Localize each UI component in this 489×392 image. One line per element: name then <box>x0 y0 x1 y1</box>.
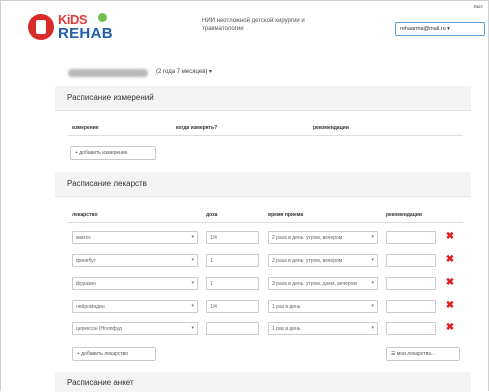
schedule-select[interactable]: 1 раз в день <box>268 322 378 335</box>
questionnaires-title: Расписание анкет <box>67 378 134 387</box>
measurements-title: Расписание измерений <box>67 93 154 102</box>
schedule-select[interactable]: 3 раза в день: утром, днем, вечером <box>268 277 378 290</box>
recommendation-input[interactable] <box>386 322 436 335</box>
schedule-select[interactable]: 2 раза в день: утром, вечером <box>268 231 378 244</box>
drug-select[interactable]: фуразин <box>72 277 198 290</box>
dose-input[interactable]: 1/4 <box>206 300 259 313</box>
drug-select[interactable]: кватос <box>72 231 198 244</box>
delete-icon[interactable]: ✖ <box>445 301 455 311</box>
recommendation-input[interactable] <box>386 277 436 290</box>
col-recommendations: рекомендации <box>313 125 349 131</box>
organization-name: НИИ неотложной детской хирургии и травма… <box>202 18 305 32</box>
logo-dot-icon <box>98 13 107 22</box>
delete-icon[interactable]: ✖ <box>445 278 455 288</box>
logo-rehab-text: REHAB <box>58 25 113 42</box>
add-measurement-button[interactable]: + добавить измерение <box>70 146 156 160</box>
recommendation-input[interactable] <box>386 254 436 267</box>
my-medications-button[interactable]: ☰ мои лекарства... <box>386 347 460 361</box>
logo-cross-icon <box>28 14 54 40</box>
header: KiDS REHAB НИИ неотложной детской хирург… <box>0 0 489 50</box>
dose-input[interactable]: 1/4 <box>206 231 259 244</box>
medications-title: Расписание лекарств <box>67 179 147 188</box>
drug-select[interactable]: церексон (Ноопфуд <box>72 322 198 335</box>
delete-icon[interactable]: ✖ <box>445 232 455 242</box>
questionnaires-section-header: Расписание анкет <box>55 372 471 392</box>
measurements-section-header: Расписание измерений <box>55 86 471 110</box>
medications-section-header: Расписание лекарств <box>55 172 471 196</box>
drug-select[interactable]: финибут <box>72 254 198 267</box>
divider <box>68 222 463 223</box>
dose-input[interactable]: 1 <box>206 277 259 290</box>
col-measurement: измерение <box>72 125 99 131</box>
logout-link[interactable]: вых <box>474 4 483 10</box>
add-medication-button[interactable]: + добавить лекарство <box>72 347 156 361</box>
dose-input[interactable] <box>206 322 259 335</box>
drug-select[interactable]: нейромидин <box>72 300 198 313</box>
user-account-dropdown[interactable]: rehaarma@mail.ru ▾ <box>395 22 485 36</box>
dose-input[interactable]: 1 <box>206 254 259 267</box>
measurements-panel <box>55 110 471 173</box>
delete-icon[interactable]: ✖ <box>445 323 455 333</box>
divider <box>68 135 463 136</box>
col-when: когда измерять? <box>176 125 218 131</box>
patient-name-redacted <box>68 69 148 77</box>
col-drug: лекарство <box>72 212 98 218</box>
patient-age: (2 года 7 месяцев) ▾ <box>156 69 213 75</box>
col-dose: доза <box>206 212 218 218</box>
delete-icon[interactable]: ✖ <box>445 255 455 265</box>
schedule-select[interactable]: 1 раз в день <box>268 300 378 313</box>
col-med-recommendations: рекомендации <box>386 212 422 218</box>
col-schedule: время приема <box>268 212 304 218</box>
recommendation-input[interactable] <box>386 300 436 313</box>
schedule-select[interactable]: 2 раза в день: утром, вечером <box>268 254 378 267</box>
recommendation-input[interactable] <box>386 231 436 244</box>
kids-rehab-logo[interactable]: KiDS REHAB <box>28 10 118 44</box>
